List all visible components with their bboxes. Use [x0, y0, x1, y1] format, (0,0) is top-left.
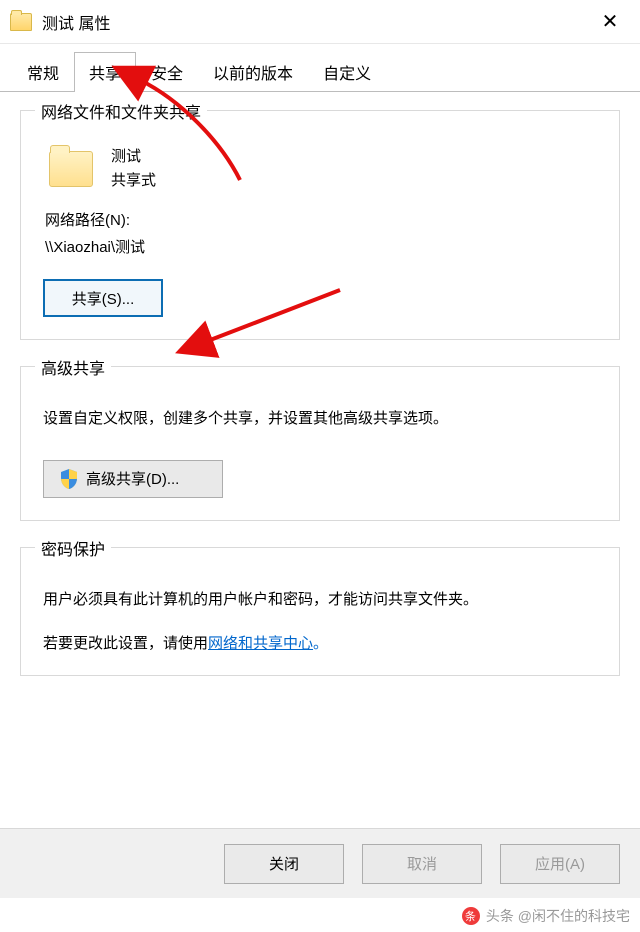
tab-custom[interactable]: 自定义 [308, 52, 386, 92]
group-advanced-share: 高级共享 设置自定义权限，创建多个共享，并设置其他高级共享选项。 高级共享(D)… [20, 366, 620, 521]
window-title: 测试 属性 [42, 10, 590, 34]
watermark-logo-icon [462, 907, 480, 925]
shield-icon [60, 469, 78, 489]
network-path-value: \\Xiaozhai\测试 [45, 234, 597, 261]
network-path-label: 网络路径(N): [45, 207, 597, 234]
tab-general[interactable]: 常规 [12, 52, 74, 92]
tab-content: 网络文件和文件夹共享 测试 共享式 网络路径(N): \\Xiaozhai\测试… [0, 92, 640, 696]
watermark: 头条 @闲不住的科技宅 [462, 906, 630, 926]
folder-info: 测试 共享式 [111, 145, 156, 193]
share-folder-row: 测试 共享式 [49, 145, 597, 193]
cancel-button[interactable]: 取消 [362, 844, 482, 884]
advanced-share-button[interactable]: 高级共享(D)... [43, 460, 223, 498]
apply-button[interactable]: 应用(A) [500, 844, 620, 884]
group-password: 密码保护 用户必须具有此计算机的用户帐户和密码，才能访问共享文件夹。 若要更改此… [20, 547, 620, 677]
password-change-line: 若要更改此设置，请使用网络和共享中心。 [43, 632, 597, 653]
group-network-share: 网络文件和文件夹共享 测试 共享式 网络路径(N): \\Xiaozhai\测试… [20, 110, 620, 340]
group-title-password: 密码保护 [35, 536, 111, 560]
network-sharing-center-link[interactable]: 网络和共享中心 [208, 635, 313, 652]
close-icon[interactable]: ✕ [590, 2, 630, 42]
share-button[interactable]: 共享(S)... [43, 279, 163, 317]
watermark-text: 头条 @闲不住的科技宅 [486, 906, 630, 926]
tab-strip: 常规 共享 安全 以前的版本 自定义 [0, 44, 640, 92]
close-button[interactable]: 关闭 [224, 844, 344, 884]
group-title-advanced: 高级共享 [35, 355, 111, 379]
tab-sharing[interactable]: 共享 [74, 52, 136, 92]
password-line2-suffix: 。 [313, 635, 328, 652]
advanced-share-button-label: 高级共享(D)... [86, 468, 179, 489]
password-line2-prefix: 若要更改此设置，请使用 [43, 635, 208, 652]
window-folder-icon [10, 13, 32, 31]
folder-status: 共享式 [111, 169, 156, 193]
group-title-network: 网络文件和文件夹共享 [35, 99, 207, 123]
folder-name: 测试 [111, 145, 156, 169]
password-desc: 用户必须具有此计算机的用户帐户和密码，才能访问共享文件夹。 [43, 586, 597, 615]
advanced-share-desc: 设置自定义权限，创建多个共享，并设置其他高级共享选项。 [43, 405, 597, 434]
dialog-button-bar: 关闭 取消 应用(A) [0, 828, 640, 898]
tab-previous[interactable]: 以前的版本 [198, 52, 308, 92]
folder-icon [49, 151, 93, 187]
title-bar: 测试 属性 ✕ [0, 0, 640, 44]
tab-security[interactable]: 安全 [136, 52, 198, 92]
network-path-block: 网络路径(N): \\Xiaozhai\测试 [45, 207, 597, 261]
